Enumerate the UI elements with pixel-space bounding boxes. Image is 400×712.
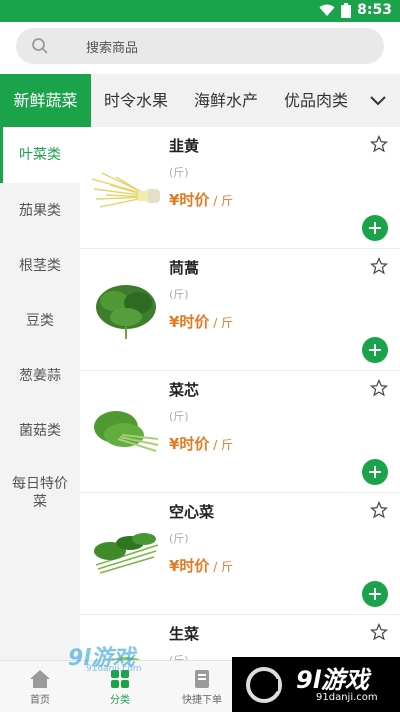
product-name: 韭黄 (169, 137, 200, 155)
star-icon[interactable] (370, 257, 388, 275)
watermark-text: 9l游戏 (296, 666, 369, 694)
price-per: / 斤 (209, 316, 234, 330)
product-name: 生菜 (169, 625, 200, 643)
price-value: ¥时价 (169, 313, 210, 331)
status-right: 8:53 (319, 2, 392, 18)
sidebar-item-beans[interactable]: 豆类 (0, 293, 80, 348)
sidebar-item-label: 葱姜蒜 (19, 367, 61, 384)
product-card[interactable]: 菜芯 (斤) ¥时价 / 斤 (80, 371, 400, 493)
product-price: ¥时价 / 斤 (169, 311, 233, 332)
price-per: / 斤 (209, 194, 234, 208)
star-icon[interactable] (370, 135, 388, 153)
sidebar-item-daily-special[interactable]: 每日特价菜 (0, 458, 80, 528)
watermark-url: 91danji.com (86, 664, 142, 674)
product-unit: (斤) (169, 532, 189, 545)
category-tabs: 新鲜蔬菜 时令水果 海鲜水产 优品肉类 (0, 74, 400, 127)
price-per: / 斤 (209, 438, 234, 452)
nav-home[interactable]: 首页 (14, 661, 66, 712)
quick-order-icon (195, 669, 209, 688)
chevron-down-icon[interactable] (368, 90, 388, 110)
nav-quick-order[interactable]: 快捷下单 (174, 661, 230, 712)
sidebar-item-label: 每日特价菜 (12, 476, 68, 510)
add-to-cart-button[interactable] (362, 215, 388, 241)
watermark-logo-icon (246, 667, 282, 703)
nav-label: 首页 (30, 694, 50, 706)
search-input[interactable]: 搜索商品 (16, 28, 384, 64)
product-name: 空心菜 (169, 503, 215, 521)
status-time: 8:53 (357, 2, 392, 18)
price-value: ¥时价 (169, 435, 210, 453)
tab-seasonal-fruit[interactable]: 时令水果 (91, 74, 181, 127)
nav-label: 分类 (110, 694, 130, 706)
product-image (96, 285, 156, 339)
product-card[interactable]: 茼蒿 (斤) ¥时价 / 斤 (80, 249, 400, 371)
sidebar-item-label: 茄果类 (19, 202, 61, 219)
product-name: 茼蒿 (169, 259, 200, 277)
product-unit: (斤) (169, 652, 189, 660)
watermark-right: 9l游戏 91danji.com (232, 657, 400, 712)
star-icon[interactable] (370, 501, 388, 519)
product-image (91, 172, 160, 208)
price-value: ¥时价 (169, 191, 210, 209)
header: 搜索商品 (0, 22, 400, 74)
wifi-icon (319, 4, 335, 16)
product-unit: (斤) (169, 288, 189, 301)
search-placeholder: 搜索商品 (86, 41, 139, 56)
watermark-url: 91danji.com (316, 692, 378, 703)
product-price: ¥时价 / 斤 (169, 433, 233, 454)
product-unit: (斤) (169, 410, 189, 423)
add-to-cart-button[interactable] (362, 459, 388, 485)
product-list: 韭黄 (斤) ¥时价 / 斤 茼蒿 (斤) ¥时价 / 斤 菜芯 (斤) ¥时价… (80, 127, 400, 660)
sidebar-item-aromatics[interactable]: 葱姜蒜 (0, 348, 80, 403)
search-icon (32, 38, 48, 54)
star-icon[interactable] (370, 379, 388, 397)
product-image (94, 533, 159, 574)
sidebar-item-leafy[interactable]: 叶菜类 (0, 127, 80, 183)
sidebar-item-label: 根茎类 (19, 257, 61, 274)
sidebar-item-solanaceous[interactable]: 茄果类 (0, 183, 80, 238)
tab-seafood[interactable]: 海鲜水产 (181, 74, 271, 127)
sidebar-item-label: 菌菇类 (19, 422, 61, 439)
status-bar: 8:53 (0, 0, 400, 22)
price-value: ¥时价 (169, 557, 210, 575)
product-card[interactable]: 空心菜 (斤) ¥时价 / 斤 (80, 493, 400, 615)
star-icon[interactable] (370, 623, 388, 641)
battery-icon (341, 2, 352, 18)
tab-fresh-vegetables[interactable]: 新鲜蔬菜 (0, 74, 91, 127)
tab-meat[interactable]: 优品肉类 (271, 74, 361, 127)
product-unit: (斤) (169, 166, 189, 179)
product-name: 菜芯 (169, 381, 200, 399)
add-to-cart-button[interactable] (362, 581, 388, 607)
product-price: ¥时价 / 斤 (169, 189, 233, 210)
sidebar-item-label: 豆类 (26, 312, 54, 329)
sidebar: 叶菜类 茄果类 根茎类 豆类 葱姜蒜 菌菇类 每日特价菜 (0, 127, 80, 660)
nav-label: 快捷下单 (182, 694, 222, 706)
product-image (94, 411, 159, 452)
product-price: ¥时价 / 斤 (169, 555, 233, 576)
product-card[interactable]: 韭黄 (斤) ¥时价 / 斤 (80, 127, 400, 249)
sidebar-item-mushroom[interactable]: 菌菇类 (0, 403, 80, 458)
add-to-cart-button[interactable] (362, 337, 388, 363)
sidebar-item-label: 叶菜类 (19, 147, 61, 163)
watermark-left: 9l游戏 91danji.com (68, 640, 148, 676)
home-icon (30, 669, 50, 688)
sidebar-item-root[interactable]: 根茎类 (0, 238, 80, 293)
price-per: / 斤 (209, 560, 234, 574)
